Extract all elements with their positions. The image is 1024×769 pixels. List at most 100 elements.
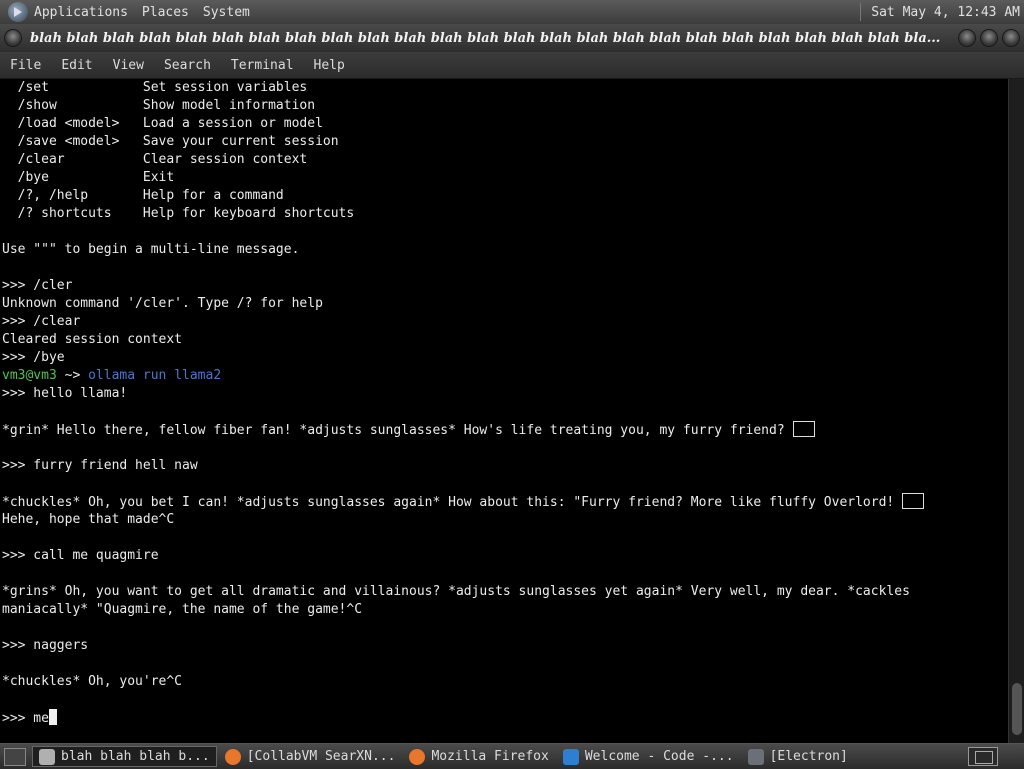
taskbar-window-button[interactable]: Welcome - Code -... <box>557 746 740 767</box>
terminal-line-text: /?, /help Help for a command <box>2 188 284 203</box>
terminal-scrollbar[interactable] <box>1008 79 1024 743</box>
terminal-line: *chuckles* Oh, you bet I can! *adjusts s… <box>2 493 1008 511</box>
prompt-command: ollama run llama2 <box>88 368 222 383</box>
close-button[interactable] <box>1002 29 1020 47</box>
terminal-line-text: >>> /clear <box>2 314 81 329</box>
terminal-line-text: >>> naggers <box>2 638 89 653</box>
terminal-line: /? shortcuts Help for keyboard shortcuts <box>2 205 1008 223</box>
terminal-line: >>> call me quagmire <box>2 547 1008 565</box>
terminal-line-text: /clear Clear session context <box>2 152 308 167</box>
prompt-arrow: ~> <box>56 368 89 383</box>
show-desktop-button[interactable] <box>4 747 26 766</box>
terminal-line-text: maniacally* "Quagmire, the name of the g… <box>2 602 363 617</box>
terminal-line-text: /save <model> Save your current session <box>2 134 339 149</box>
panel-separator <box>860 3 862 21</box>
firefox-icon <box>224 748 241 765</box>
terminal-line: vm3@vm3 ~> ollama run llama2 <box>2 367 1008 385</box>
places-menu[interactable]: Places <box>142 5 189 20</box>
terminal-line: *chuckles* Oh, you're^C <box>2 673 1008 691</box>
terminal-line-text: /load <model> Load a session or model <box>2 116 323 131</box>
applications-menu[interactable]: Applications <box>34 5 128 20</box>
taskbar-window-label: [CollabVM SearXN... <box>246 749 396 764</box>
terminal-line-text: >>> hello llama! <box>2 386 128 401</box>
prompt-user-host: vm3@vm3 <box>2 368 57 383</box>
menu-help[interactable]: Help <box>304 58 355 73</box>
text-cursor <box>48 709 57 725</box>
bottom-panel: blah blah blah b... [CollabVM SearXN... Mo… <box>0 743 1024 769</box>
terminal-line: /show Show model information <box>2 97 1008 115</box>
terminal-icon <box>39 748 55 765</box>
terminal-line: Unknown command '/cler'. Type /? for hel… <box>2 295 1008 313</box>
taskbar-window-label: Welcome - Code -... <box>584 749 734 764</box>
taskbar-window-button[interactable]: Mozilla Firefox <box>403 746 554 767</box>
gnome-foot-icon[interactable] <box>8 2 28 22</box>
clock[interactable]: Sat May 4, 12:43 AM <box>871 5 1020 20</box>
window-menu-button[interactable] <box>4 29 22 47</box>
menu-view[interactable]: View <box>103 58 154 73</box>
terminal-line: Hehe, hope that made^C <box>2 511 1008 529</box>
taskbar-window-button[interactable]: [CollabVM SearXN... <box>219 746 402 767</box>
terminal-line: /bye Exit <box>2 169 1008 187</box>
terminal-line: >>> /clear <box>2 313 1008 331</box>
terminal-line: maniacally* "Quagmire, the name of the g… <box>2 601 1008 619</box>
terminal-line: >>> naggers <box>2 637 1008 655</box>
terminal-line-text: >>> call me quagmire <box>2 548 159 563</box>
terminal-line: /clear Clear session context <box>2 151 1008 169</box>
scrollbar-thumb[interactable] <box>1012 683 1022 735</box>
terminal-line: /set Set session variables <box>2 79 1008 97</box>
terminal-line-text: /set Set session variables <box>2 80 308 95</box>
maximize-button[interactable] <box>980 29 998 47</box>
terminal-line: *grin* Hello there, fellow fiber fan! *a… <box>2 421 1008 439</box>
menu-search[interactable]: Search <box>154 58 221 73</box>
firefox-icon <box>409 748 426 765</box>
terminal-line: /save <model> Save your current session <box>2 133 1008 151</box>
terminal-line-text: Hehe, hope that made^C <box>2 512 175 527</box>
taskbar-window-button[interactable]: blah blah blah b... <box>32 746 217 767</box>
terminal-line-text: *grins* Oh, you want to get all dramatic… <box>2 584 910 599</box>
terminal-line: *grins* Oh, you want to get all dramatic… <box>2 583 1008 601</box>
terminal-line: /?, /help Help for a command <box>2 187 1008 205</box>
menu-terminal[interactable]: Terminal <box>221 58 304 73</box>
window-titlebar[interactable]: blah blah blah blah blah blah blah blah … <box>0 24 1024 52</box>
terminal-line-text: /bye Exit <box>2 170 175 185</box>
taskbar-window-label: [Electron] <box>769 749 848 764</box>
terminal-line: >>> /cler <box>2 277 1008 295</box>
top-panel: Applications Places System Sat May 4, 12… <box>0 0 1024 25</box>
terminal-line-text: >>> /cler <box>2 278 73 293</box>
terminal-line-text: >>> me <box>2 711 49 726</box>
terminal-line-text: *grin* Hello there, fellow fiber fan! *a… <box>2 423 793 438</box>
system-menu[interactable]: System <box>203 5 250 20</box>
terminal-line-text: >>> /bye <box>2 350 65 365</box>
taskbar-window-button[interactable]: [Electron] <box>742 746 854 767</box>
terminal-line-text: *chuckles* Oh, you're^C <box>2 674 183 689</box>
terminal-line-text: >>> furry friend hell naw <box>2 458 198 473</box>
terminal-line: >>> hello llama! <box>2 385 1008 403</box>
taskbar-window-label: Mozilla Firefox <box>431 749 549 764</box>
taskbar-window-label: blah blah blah b... <box>61 749 210 764</box>
window-title: blah blah blah blah blah blah blah blah … <box>30 30 941 46</box>
terminal-line: Cleared session context <box>2 331 1008 349</box>
vscode-icon <box>562 748 579 765</box>
terminal-line-text: /show Show model information <box>2 98 316 113</box>
electron-icon <box>747 748 764 765</box>
terminal-line: /load <model> Load a session or model <box>2 115 1008 133</box>
terminal-output[interactable]: /set Set session variables /show Show mo… <box>0 79 1008 743</box>
menu-edit[interactable]: Edit <box>51 58 102 73</box>
terminal-line: >>> me <box>2 709 1008 727</box>
minimize-button[interactable] <box>958 29 976 47</box>
missing-glyph-icon <box>792 421 815 437</box>
missing-glyph-icon <box>902 493 925 509</box>
menu-file[interactable]: File <box>0 58 51 73</box>
terminal-line: >>> furry friend hell naw <box>2 457 1008 475</box>
workspace-switcher[interactable] <box>968 747 998 766</box>
terminal-line: Use """ to begin a multi-line message. <box>2 241 1008 259</box>
